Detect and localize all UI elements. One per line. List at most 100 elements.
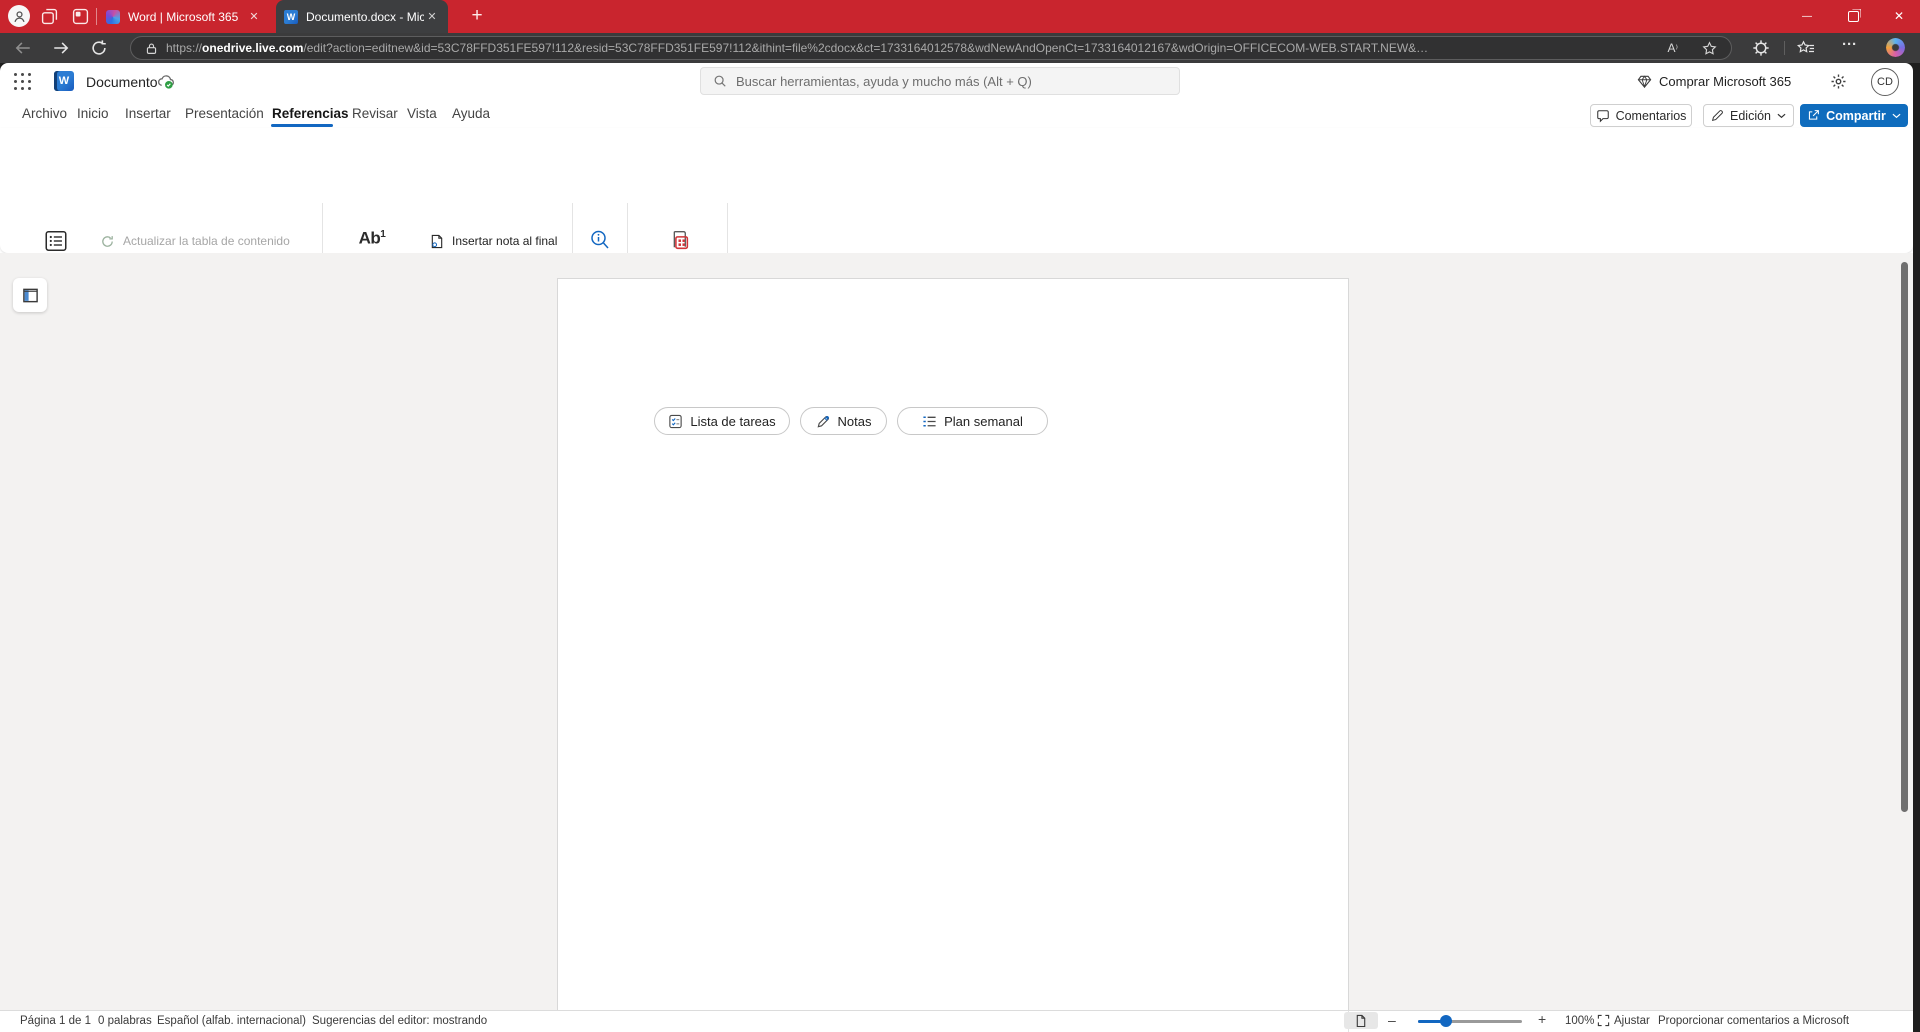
language-status[interactable]: Español (alfab. internacional) xyxy=(157,1010,306,1031)
browser-tab-document[interactable]: W Documento.docx - Microsoft Wor xyxy=(276,0,448,33)
active-tab-underline xyxy=(271,124,333,127)
divider xyxy=(96,8,97,25)
tab-presentacion[interactable]: Presentación xyxy=(185,100,264,126)
zoom-out-icon[interactable]: – xyxy=(1388,1012,1396,1028)
word-count-status[interactable]: 0 palabras xyxy=(98,1010,152,1031)
address-bar[interactable]: https://onedrive.live.com/edit?action=ed… xyxy=(130,36,1732,60)
endnote-icon xyxy=(430,234,444,249)
todo-list-label: Lista de tareas xyxy=(690,414,775,429)
word-app: W Documento Buscar herramientas, ayuda y… xyxy=(0,63,1913,1032)
tab-revisar[interactable]: Revisar xyxy=(352,100,398,126)
citations-icon xyxy=(666,228,691,253)
bulleted-list-icon xyxy=(922,414,937,429)
refresh-icon[interactable] xyxy=(90,39,108,57)
weekly-plan-template-button[interactable]: Plan semanal xyxy=(897,407,1048,435)
app-launcher-icon[interactable] xyxy=(14,73,32,91)
page-icon xyxy=(1355,1014,1367,1027)
tab-title: Documento.docx - Microsoft Wor xyxy=(306,10,424,24)
share-button[interactable]: Compartir xyxy=(1800,104,1908,127)
editing-label: Edición xyxy=(1730,109,1771,123)
window-close-button[interactable] xyxy=(1878,0,1920,32)
saved-to-cloud-icon[interactable] xyxy=(156,72,175,91)
chevron-down-icon xyxy=(1777,113,1786,119)
tab-ayuda[interactable]: Ayuda xyxy=(452,100,490,126)
word-file-icon: W xyxy=(284,10,298,24)
tab-actions-icon[interactable] xyxy=(72,8,89,25)
insert-endnote-label: Insertar nota al final xyxy=(452,234,557,248)
editor-suggestions-status[interactable]: Sugerencias del editor: mostrando xyxy=(312,1010,487,1031)
vertical-scrollbar[interactable] xyxy=(1901,262,1908,812)
close-tab-icon[interactable] xyxy=(424,9,440,25)
browser-profile-button[interactable] xyxy=(8,5,30,27)
document-page[interactable] xyxy=(557,278,1349,1010)
todo-list-template-button[interactable]: Lista de tareas xyxy=(654,407,790,435)
copilot-icon[interactable] xyxy=(1886,38,1905,57)
favorites-bar-icon[interactable] xyxy=(1797,39,1815,57)
tab-title: Word | Microsoft 365 xyxy=(128,10,246,24)
new-tab-button[interactable] xyxy=(463,2,491,30)
url-text: https://onedrive.live.com/edit?action=ed… xyxy=(166,41,1668,55)
person-icon xyxy=(13,10,26,23)
tab-insertar[interactable]: Insertar xyxy=(125,100,171,126)
account-avatar[interactable]: CD xyxy=(1871,68,1899,96)
browser-menu-icon[interactable] xyxy=(1842,36,1857,54)
search-icon xyxy=(713,74,727,88)
gear-icon[interactable] xyxy=(1830,73,1847,90)
share-icon xyxy=(1807,109,1820,122)
lock-icon xyxy=(145,42,158,55)
search-input[interactable]: Buscar herramientas, ayuda y mucho más (… xyxy=(700,67,1180,95)
navigation-pane-toggle[interactable] xyxy=(13,278,47,312)
notes-pencil-icon xyxy=(816,414,831,429)
task-list-icon xyxy=(668,414,683,429)
tab-inicio[interactable]: Inicio xyxy=(77,100,109,126)
forward-icon[interactable] xyxy=(52,39,70,57)
comments-button[interactable]: Comentarios xyxy=(1590,104,1692,127)
search-placeholder: Buscar herramientas, ayuda y mucho más (… xyxy=(736,74,1032,89)
back-icon[interactable] xyxy=(14,39,32,57)
share-label: Compartir xyxy=(1826,109,1886,123)
close-tab-icon[interactable] xyxy=(246,9,262,25)
buy-microsoft-365-link[interactable]: Comprar Microsoft 365 xyxy=(1659,63,1791,100)
premium-diamond-icon xyxy=(1637,74,1652,89)
update-toc-label: Actualizar la tabla de contenido xyxy=(123,234,290,248)
workspaces-icon[interactable] xyxy=(41,8,58,25)
window-restore-button[interactable] xyxy=(1832,0,1874,32)
fit-label[interactable]: Ajustar xyxy=(1614,1010,1650,1031)
page-view-toggle[interactable] xyxy=(1344,1012,1378,1029)
tab-referencias[interactable]: Referencias xyxy=(272,100,349,126)
smart-lookup-icon xyxy=(588,228,612,252)
notes-label: Notas xyxy=(838,414,872,429)
insert-endnote-button[interactable]: Insertar nota al final xyxy=(430,229,557,253)
word-logo[interactable]: W xyxy=(54,71,74,91)
document-title[interactable]: Documento xyxy=(86,63,158,100)
toc-icon xyxy=(43,228,69,254)
refresh-toc-icon xyxy=(100,234,115,249)
page-count-status[interactable]: Página 1 de 1 xyxy=(20,1010,91,1031)
zoom-slider-handle[interactable] xyxy=(1440,1015,1452,1027)
zoom-in-icon[interactable]: + xyxy=(1538,1011,1546,1027)
zoom-level[interactable]: 100% xyxy=(1565,1010,1594,1031)
microsoft-365-icon xyxy=(106,10,120,24)
comments-label: Comentarios xyxy=(1616,109,1687,123)
divider xyxy=(1784,41,1785,55)
notes-template-button[interactable]: Notas xyxy=(800,407,887,435)
editing-mode-button[interactable]: Edición xyxy=(1703,104,1794,127)
tab-archivo[interactable]: Archivo xyxy=(22,100,67,126)
tab-vista[interactable]: Vista xyxy=(407,100,437,126)
read-aloud-icon[interactable]: A xyxy=(1668,41,1678,55)
weekly-plan-label: Plan semanal xyxy=(944,414,1023,429)
browser-tab-word-home[interactable]: Word | Microsoft 365 xyxy=(100,0,272,33)
browser-toolbar: https://onedrive.live.com/edit?action=ed… xyxy=(0,33,1920,63)
favorite-star-icon[interactable] xyxy=(1702,41,1717,56)
feedback-link[interactable]: Proporcionar comentarios a Microsoft xyxy=(1658,1010,1849,1031)
browser-essentials-icon[interactable] xyxy=(1752,39,1770,57)
comment-icon xyxy=(1596,109,1610,123)
screen: Word | Microsoft 365 W Documento.docx - … xyxy=(0,0,1920,1032)
navigation-pane-icon xyxy=(22,287,39,304)
ribbon: Insertar tabla de contenido Actualizar l… xyxy=(0,128,1913,253)
fit-to-page-icon[interactable] xyxy=(1597,1014,1610,1027)
pencil-icon xyxy=(1711,109,1724,122)
footnote-ab-icon: Ab1 xyxy=(359,228,386,246)
window-minimize-button[interactable] xyxy=(1786,0,1828,32)
update-toc-button[interactable]: Actualizar la tabla de contenido xyxy=(100,229,290,253)
